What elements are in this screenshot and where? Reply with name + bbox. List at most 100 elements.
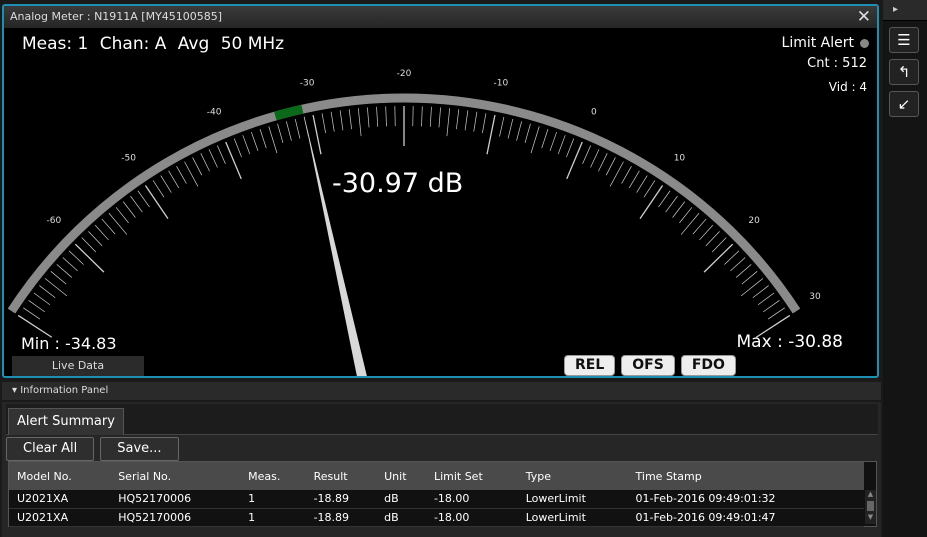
meter-tick xyxy=(330,111,335,132)
fdo-button[interactable]: FDO xyxy=(680,355,736,376)
meter-tick xyxy=(741,271,758,285)
meter-tick xyxy=(94,224,109,241)
meter-tick xyxy=(130,195,143,213)
tick-label: 10 xyxy=(674,154,686,164)
meter-tick xyxy=(217,145,226,164)
meter-tick xyxy=(312,114,322,155)
tick-label: -30 xyxy=(300,79,315,89)
return-icon[interactable]: ↰ xyxy=(889,59,919,85)
meter-tick xyxy=(74,243,105,273)
table-scrollbar[interactable]: ▲ ▼ xyxy=(865,490,876,524)
meter-tick xyxy=(658,190,671,208)
meter-tick xyxy=(628,170,640,189)
meter-tick xyxy=(639,185,664,219)
table-cell: U2021XA xyxy=(17,510,69,524)
meter-tick xyxy=(144,185,169,219)
meter-tick xyxy=(530,126,540,154)
ofs-button[interactable]: OFS xyxy=(621,355,675,376)
scroll-down-icon[interactable]: ▼ xyxy=(865,513,876,522)
meter-tick xyxy=(541,129,549,149)
table-cell: 01-Feb-2016 09:49:01:47 xyxy=(635,510,776,524)
table-cell: 01-Feb-2016 09:49:01:32 xyxy=(635,492,776,506)
meter-tick xyxy=(680,212,700,235)
table-cell: HQ52170006 xyxy=(118,510,192,524)
meter-tick xyxy=(367,107,370,128)
table-cell: LowerLimit xyxy=(525,510,586,524)
meter-tick xyxy=(88,231,103,247)
meter-title-bar: Analog Meter : N1911A [MY45100585] ✕ xyxy=(4,6,877,28)
meter-tick xyxy=(446,108,451,137)
meter-tick xyxy=(724,250,740,265)
meter-tick xyxy=(605,157,616,176)
meter-readout: -30.97 dB xyxy=(332,168,464,199)
side-expand-icon[interactable]: ▸ xyxy=(883,0,927,21)
alert-actions: Clear All Save... xyxy=(6,437,179,461)
meter-tick xyxy=(200,153,210,172)
meter-tick xyxy=(566,138,575,158)
meter-tick xyxy=(268,126,278,154)
table-cell: LowerLimit xyxy=(525,492,586,506)
close-icon[interactable]: ✕ xyxy=(857,6,871,28)
meter-tick xyxy=(598,153,608,172)
meter-tick xyxy=(160,175,172,193)
meter-tick xyxy=(757,292,775,306)
scroll-up-icon[interactable]: ▲ xyxy=(865,490,876,499)
tick-label: -60 xyxy=(47,216,62,226)
meter-tick xyxy=(192,157,203,176)
meter-tick xyxy=(582,145,591,164)
meter-tick xyxy=(692,218,707,235)
meter-tick xyxy=(703,243,734,273)
meter-tick xyxy=(557,135,566,155)
mode-buttons: REL OFS FDO xyxy=(564,355,736,376)
video-value: Vid : 4 xyxy=(828,80,867,94)
limit-alert-label: Limit Alert xyxy=(781,35,854,51)
meter-tick xyxy=(482,113,487,134)
meter-tick xyxy=(438,107,441,128)
column-header: Serial No. xyxy=(118,469,172,483)
export-icon[interactable]: ↙ xyxy=(889,91,919,117)
table-row[interactable]: U2021XA HQ52170006 1 -18.89 dB -18.00 LowerLim… xyxy=(9,508,864,526)
meter-tick xyxy=(566,141,583,180)
clear-all-button[interactable]: Clear All xyxy=(6,437,95,461)
column-header: Type xyxy=(525,469,551,483)
meter-needle xyxy=(303,113,367,376)
table-cell: dB xyxy=(384,492,399,506)
rel-button[interactable]: REL xyxy=(564,355,616,376)
meter-tick xyxy=(767,307,785,320)
meter-tick xyxy=(699,224,714,241)
live-data-label: Live Data xyxy=(12,356,144,376)
meter-tick xyxy=(81,237,97,253)
meter-tick xyxy=(590,149,600,168)
table-row[interactable]: U2021XA HQ52170006 1 -18.89 dB -18.00 LowerLim… xyxy=(9,490,864,508)
meter-tick xyxy=(251,131,259,152)
meter-tick xyxy=(421,106,423,127)
tick-label: -10 xyxy=(494,79,509,89)
information-panel: Alert Summary Clear All Save... Model No… xyxy=(2,402,881,537)
alert-table: Model No. Serial No. Meas. Result Unit Limit … xyxy=(8,461,877,527)
tick-label: -50 xyxy=(121,154,136,164)
table-cell: -18.89 xyxy=(313,510,350,524)
meter-tick xyxy=(636,175,648,193)
scroll-thumb[interactable] xyxy=(867,501,874,511)
meter-tick xyxy=(609,161,624,187)
information-panel-header[interactable]: ▾ Information Panel xyxy=(2,382,881,400)
channel: Chan: A xyxy=(99,34,167,54)
table-cell: -18.89 xyxy=(313,492,350,506)
table-cell: -18.00 xyxy=(433,492,470,506)
meter-tick xyxy=(672,201,686,218)
meter-tick xyxy=(473,111,478,132)
meter-tick xyxy=(242,135,251,155)
menu-icon[interactable]: ☰ xyxy=(889,27,919,53)
meter-tick xyxy=(499,116,505,137)
meter-tick xyxy=(357,108,362,137)
meter-tick xyxy=(68,250,84,265)
meter-tick xyxy=(429,106,432,127)
save-button[interactable]: Save... xyxy=(100,437,179,461)
column-header: Unit xyxy=(384,469,407,483)
tab-alert-summary[interactable]: Alert Summary xyxy=(8,408,124,435)
meter-tick xyxy=(277,123,284,144)
meter-tick xyxy=(456,109,460,130)
table-cell: 1 xyxy=(248,510,256,524)
meter-tick xyxy=(486,114,496,155)
meter-tick xyxy=(643,180,656,198)
